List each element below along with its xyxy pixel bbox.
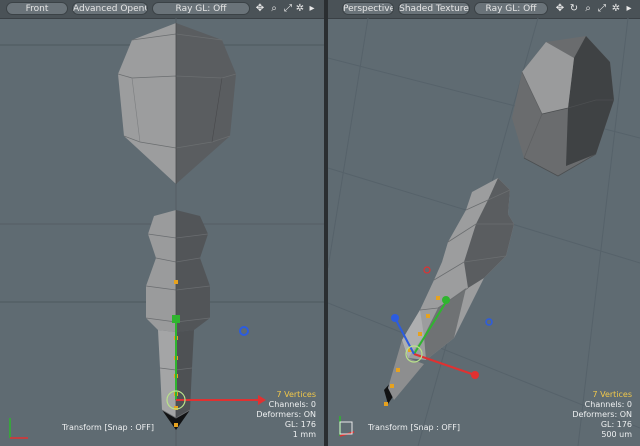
z-axis-handle[interactable] <box>239 326 249 336</box>
shading-mode-button[interactable]: Advanced OpenGL <box>72 2 148 15</box>
front-viewport-scene[interactable] <box>0 18 324 446</box>
grid-scale: 500 um <box>601 430 632 439</box>
view-type-button[interactable]: Perspective <box>342 2 394 15</box>
move-icon[interactable]: ✥ <box>254 2 266 15</box>
move-icon[interactable]: ✥ <box>554 2 566 15</box>
viewport-info: 7 Vertices Channels: 0 Deformers: ON GL:… <box>572 390 632 440</box>
front-viewport-toolbar: Front Advanced OpenGL Ray GL: Off ✥ ⌕ ⤢ … <box>0 0 324 19</box>
arrow-right-icon[interactable]: ▸ <box>306 2 318 15</box>
magnifier-icon[interactable]: ⌕ <box>268 2 280 15</box>
deformers-status: Deformers: ON <box>256 410 316 419</box>
ray-gl-button[interactable]: Ray GL: Off <box>474 2 548 15</box>
expand-icon[interactable]: ⤢ <box>596 2 608 15</box>
vertex-count: 7 Vertices <box>276 390 316 399</box>
transform-status: Transform [Snap : OFF] <box>368 423 460 432</box>
axis-indicator-icon <box>9 418 28 439</box>
gl-count: GL: 176 <box>284 420 316 429</box>
upper-mesh[interactable] <box>117 23 237 184</box>
perspective-viewport-scene[interactable] <box>328 18 640 446</box>
perspective-viewport[interactable]: Perspective Shaded Texture Ray GL: Off ✥… <box>328 0 640 446</box>
x-axis-handle[interactable] <box>471 371 479 379</box>
expand-icon[interactable]: ⤢ <box>282 2 294 15</box>
deformers-status: Deformers: ON <box>572 410 632 419</box>
gl-count: GL: 176 <box>600 420 632 429</box>
magnifier-icon[interactable]: ⌕ <box>582 2 594 15</box>
viewport-info: 7 Vertices Channels: 0 Deformers: ON GL:… <box>256 390 316 440</box>
z-axis-handle[interactable] <box>391 314 399 322</box>
y-axis-handle[interactable] <box>172 315 180 323</box>
axis-indicator-icon <box>339 416 355 437</box>
front-viewport[interactable]: Front Advanced OpenGL Ray GL: Off ✥ ⌕ ⤢ … <box>0 0 324 446</box>
gear-icon[interactable]: ✲ <box>610 2 622 15</box>
channels-count: Channels: 0 <box>584 400 632 409</box>
perspective-viewport-toolbar: Perspective Shaded Texture Ray GL: Off ✥… <box>328 0 640 19</box>
gear-icon[interactable]: ✲ <box>294 2 306 15</box>
grid-scale: 1 mm <box>292 430 316 439</box>
transform-status: Transform [Snap : OFF] <box>62 423 154 432</box>
channels-count: Channels: 0 <box>268 400 316 409</box>
arrow-right-icon[interactable]: ▸ <box>623 2 635 15</box>
y-axis-handle[interactable] <box>442 296 450 304</box>
shading-mode-button[interactable]: Shaded Texture <box>398 2 470 15</box>
rotate-icon[interactable]: ↻ <box>568 2 580 15</box>
modeling-app: Front Advanced OpenGL Ray GL: Off ✥ ⌕ ⤢ … <box>0 0 640 446</box>
ray-gl-button[interactable]: Ray GL: Off <box>152 2 250 15</box>
vertex-count: 7 Vertices <box>592 390 632 399</box>
view-type-button[interactable]: Front <box>6 2 68 15</box>
